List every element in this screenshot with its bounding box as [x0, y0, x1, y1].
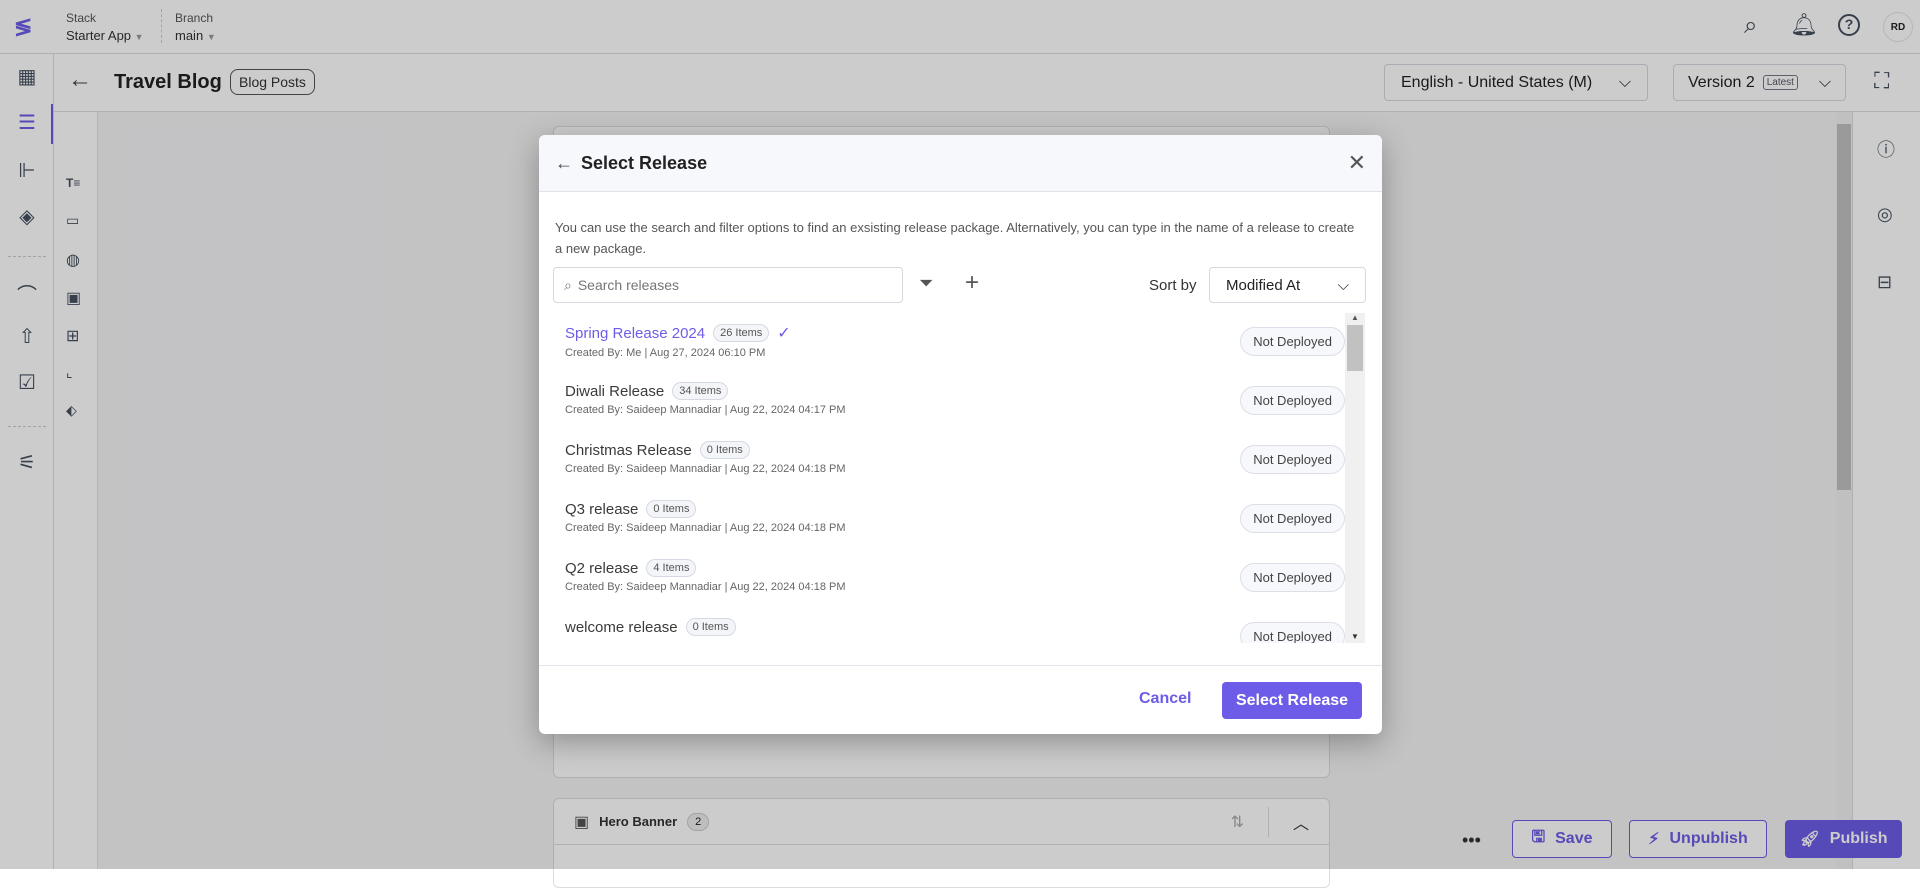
release-name: Spring Release 2024 [565, 324, 706, 342]
dialog-description: You can use the search and filter option… [555, 220, 1355, 256]
release-name: welcome release [565, 618, 678, 636]
release-meta: Created By: Saideep Mannadiar | Aug 22, … [565, 404, 846, 416]
search-field[interactable] [577, 277, 878, 293]
chevron-down-icon: ⌵ [1337, 276, 1349, 294]
items-count: 0 Items [646, 500, 697, 518]
status-badge: Not Deployed [1240, 563, 1345, 592]
search-icon: ⌕ [564, 276, 572, 293]
dialog-title: Select Release [581, 152, 708, 173]
sort-value: Modified At [1226, 276, 1301, 294]
release-list-item[interactable]: Diwali Release 34 Items Created By: Saidee… [565, 372, 1345, 431]
close-icon[interactable]: ✕ [1348, 150, 1366, 176]
select-release-button[interactable]: Select Release [1222, 682, 1362, 719]
items-count: 0 Items [685, 618, 736, 636]
release-name: Diwali Release [565, 382, 665, 400]
release-list-item[interactable]: Christmas Release 0 Items Created By: Said… [565, 431, 1345, 490]
status-badge: Not Deployed [1240, 445, 1345, 474]
items-count: 0 Items [699, 441, 750, 459]
release-meta: Created By: Saideep Mannadiar | Aug 22, … [565, 522, 846, 534]
back-arrow-icon[interactable]: ← [555, 153, 573, 174]
select-release-dialog: ← Select Release ✕ You can use the searc… [539, 135, 1382, 734]
release-list-item[interactable]: Spring Release 2024 26 Items ✓ Created By: … [565, 313, 1345, 372]
add-icon[interactable]: + [965, 269, 979, 297]
check-icon: ✓ [777, 325, 791, 342]
release-list-item[interactable]: Q2 release 4 Items Created By: Saideep Man… [565, 549, 1345, 608]
release-meta: Created By: Saideep Mannadiar | Aug 22, … [565, 463, 846, 475]
status-badge: Not Deployed [1240, 622, 1345, 643]
cancel-button[interactable]: Cancel [1139, 690, 1191, 708]
release-meta: Created By: Me | Aug 27, 2024 06:10 PM [565, 347, 766, 359]
release-list-item[interactable]: welcome release 0 Items Not Deployed [565, 608, 1345, 643]
status-badge: Not Deployed [1240, 504, 1345, 533]
items-count: 34 Items [672, 382, 729, 400]
sort-label: Sort by [1149, 277, 1197, 294]
items-count: 4 Items [646, 559, 697, 577]
list-scrollbar[interactable]: ▲ ▼ [1345, 313, 1365, 643]
release-name: Christmas Release [565, 441, 692, 459]
release-meta: Created By: Saideep Mannadiar | Aug 22, … [565, 581, 846, 593]
status-badge: Not Deployed [1240, 327, 1345, 356]
release-name: Q2 release [565, 559, 639, 577]
sort-dropdown[interactable]: Modified At ⌵ [1209, 267, 1366, 303]
search-input[interactable]: ⌕ [553, 267, 903, 303]
release-list: Spring Release 2024 26 Items ✓ Created By: … [565, 313, 1345, 643]
items-count: 26 Items [713, 324, 770, 342]
filter-icon[interactable]: ⏷ [919, 273, 933, 294]
status-badge: Not Deployed [1240, 386, 1345, 415]
release-list-item[interactable]: Q3 release 0 Items Created By: Saideep Man… [565, 490, 1345, 549]
release-name: Q3 release [565, 500, 639, 518]
